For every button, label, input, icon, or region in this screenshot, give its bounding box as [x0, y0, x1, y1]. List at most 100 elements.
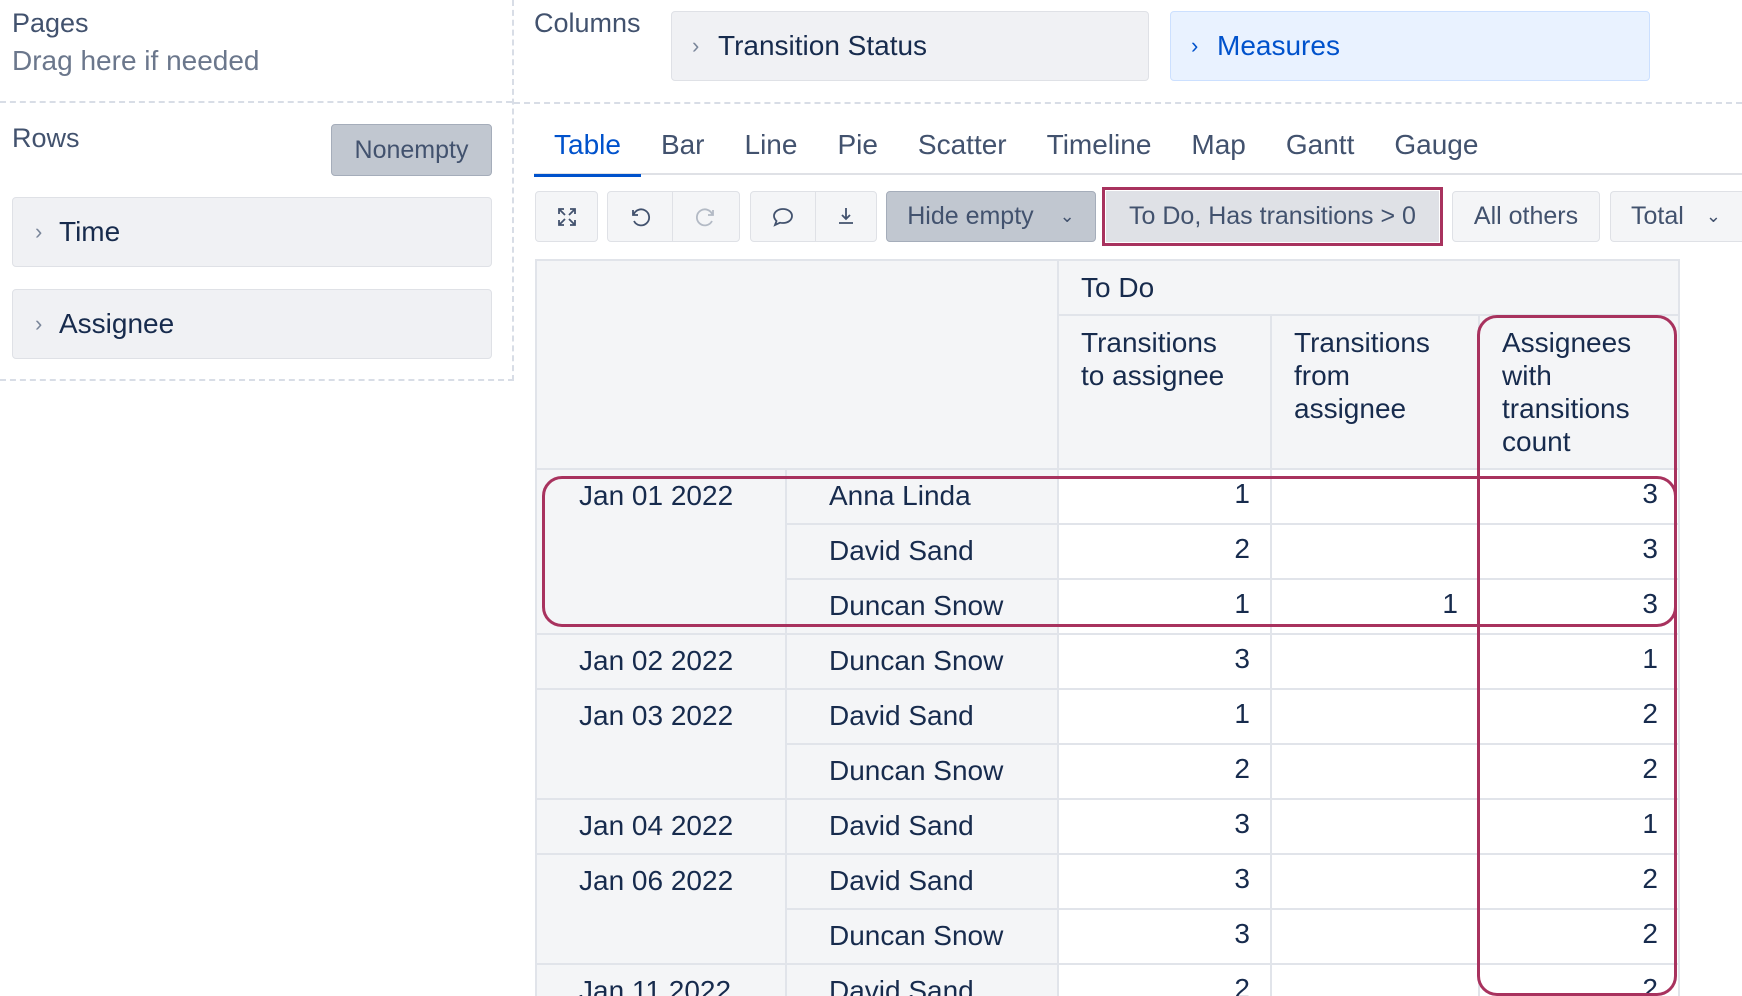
undo-icon — [632, 208, 651, 226]
tab-timeline[interactable]: Timeline — [1027, 125, 1172, 175]
cell-transitions-from[interactable] — [1270, 743, 1480, 800]
pages-title: Pages — [12, 8, 89, 38]
cell-assignees-count[interactable]: 3 — [1478, 578, 1680, 635]
tab-gantt[interactable]: Gantt — [1266, 125, 1374, 175]
cell-transitions-from[interactable]: 1 — [1270, 578, 1480, 635]
cell-transitions-to[interactable]: 3 — [1057, 908, 1272, 965]
row-dimension-time[interactable]: › Time — [12, 197, 492, 267]
columns-title: Columns — [534, 8, 641, 38]
row-header-date[interactable]: Jan 04 2022 — [535, 798, 787, 855]
tab-bar[interactable]: Bar — [641, 125, 725, 175]
hide-empty-label: Hide empty — [907, 202, 1034, 230]
column-dimension-transition-status[interactable]: › Transition Status — [671, 11, 1149, 81]
cell-transitions-to[interactable]: 2 — [1057, 743, 1272, 800]
hide-empty-dropdown[interactable]: Hide empty ⌄ — [886, 191, 1096, 242]
divider — [514, 102, 1742, 104]
cell-transitions-to[interactable]: 2 — [1057, 963, 1272, 996]
redo-button[interactable] — [672, 191, 740, 242]
dimension-label: Time — [59, 216, 121, 247]
chevron-right-icon[interactable]: › — [672, 33, 702, 59]
cell-assignees-count[interactable]: 2 — [1478, 688, 1680, 745]
measure-header[interactable]: Assignees with transitions count — [1478, 314, 1680, 470]
corner-cell — [535, 259, 1059, 470]
column-group-header[interactable]: To Do — [1057, 259, 1680, 316]
cell-assignees-count[interactable]: 2 — [1478, 743, 1680, 800]
redo-icon — [695, 208, 714, 226]
tab-scatter[interactable]: Scatter — [898, 125, 1027, 175]
pages-dropzone[interactable]: Pages Drag here if needed — [0, 0, 512, 103]
tab-line[interactable]: Line — [725, 125, 818, 175]
row-header-assignee[interactable]: David Sand — [785, 523, 1059, 580]
cell-transitions-from[interactable] — [1270, 633, 1480, 690]
row-dimension-assignee[interactable]: › Assignee — [12, 289, 492, 359]
cell-assignees-count[interactable]: 3 — [1478, 523, 1680, 580]
cell-transitions-to[interactable]: 3 — [1057, 798, 1272, 855]
comment-icon — [773, 207, 793, 227]
export-icon — [839, 207, 853, 224]
row-header-assignee[interactable]: David Sand — [785, 688, 1059, 745]
cell-transitions-from[interactable] — [1270, 468, 1480, 525]
cell-assignees-count[interactable]: 2 — [1478, 963, 1680, 996]
row-header-date[interactable]: Jan 02 2022 — [535, 633, 787, 690]
row-header-assignee[interactable]: David Sand — [785, 798, 1059, 855]
row-header-assignee[interactable]: Duncan Snow — [785, 908, 1059, 965]
row-header-assignee[interactable]: Duncan Snow — [785, 578, 1059, 635]
table-row: Jan 02 2022 Duncan Snow 3 1 — [535, 633, 1680, 690]
cell-transitions-from[interactable] — [1270, 798, 1480, 855]
row-header-assignee[interactable]: Duncan Snow — [785, 743, 1059, 800]
chevron-right-icon[interactable]: › — [1171, 33, 1201, 59]
cell-transitions-from[interactable] — [1270, 523, 1480, 580]
row-header-assignee[interactable]: David Sand — [785, 963, 1059, 996]
table-row: Jan 06 2022 David Sand 3 2 — [535, 853, 1680, 965]
measure-header[interactable]: Transitions from assignee — [1270, 314, 1480, 470]
cell-assignees-count[interactable]: 1 — [1478, 798, 1680, 855]
tab-gauge[interactable]: Gauge — [1374, 125, 1498, 175]
total-dropdown[interactable]: Total ⌄ — [1610, 191, 1742, 242]
cell-assignees-count[interactable]: 2 — [1478, 908, 1680, 965]
all-others-button[interactable]: All others — [1452, 191, 1600, 242]
cell-assignees-count[interactable]: 3 — [1478, 468, 1680, 525]
chevron-right-icon[interactable]: › — [13, 219, 43, 245]
tab-table[interactable]: Table — [534, 125, 641, 177]
pages-hint: Drag here if needed — [12, 45, 260, 76]
comment-button[interactable] — [750, 191, 816, 242]
dimension-label: Transition Status — [718, 30, 928, 61]
total-label: Total — [1631, 202, 1684, 230]
filter-button[interactable]: To Do, Has transitions > 0 — [1102, 187, 1443, 246]
cell-transitions-to[interactable]: 2 — [1057, 523, 1272, 580]
column-dimension-measures[interactable]: › Measures — [1170, 11, 1650, 81]
tab-pie[interactable]: Pie — [817, 125, 897, 175]
dimension-label: Assignee — [59, 308, 175, 339]
tab-map[interactable]: Map — [1171, 125, 1265, 175]
export-button[interactable] — [815, 191, 877, 242]
row-header-assignee[interactable]: Duncan Snow — [785, 633, 1059, 690]
nonempty-button[interactable]: Nonempty — [331, 124, 492, 176]
cell-transitions-to[interactable]: 3 — [1057, 633, 1272, 690]
row-header-date[interactable]: Jan 06 2022 — [535, 853, 787, 965]
cell-transitions-to[interactable]: 1 — [1057, 468, 1272, 525]
cell-assignees-count[interactable]: 2 — [1478, 853, 1680, 910]
cell-transitions-to[interactable]: 3 — [1057, 853, 1272, 910]
cell-transitions-from[interactable] — [1270, 688, 1480, 745]
row-header-date[interactable]: Jan 03 2022 — [535, 688, 787, 800]
fullscreen-icon — [557, 207, 576, 226]
undo-button[interactable] — [607, 191, 673, 242]
row-header-date[interactable]: Jan 11 2022 — [535, 963, 787, 996]
chevron-right-icon[interactable]: › — [13, 311, 43, 337]
row-header-assignee[interactable]: Anna Linda — [785, 468, 1059, 525]
fullscreen-button[interactable] — [535, 191, 598, 242]
chevron-down-icon: ⌄ — [1705, 206, 1721, 226]
table-row: Jan 04 2022 David Sand 3 1 — [535, 798, 1680, 855]
cell-transitions-from[interactable] — [1270, 853, 1480, 910]
cell-transitions-to[interactable]: 1 — [1057, 578, 1272, 635]
cell-transitions-to[interactable]: 1 — [1057, 688, 1272, 745]
measure-header[interactable]: Transitions to assignee — [1057, 314, 1272, 470]
left-panel: Pages Drag here if needed Rows Nonempty … — [0, 0, 514, 381]
cell-transitions-from[interactable] — [1270, 908, 1480, 965]
row-header-date[interactable]: Jan 01 2022 — [535, 468, 787, 635]
rows-title: Rows — [12, 123, 80, 153]
row-header-assignee[interactable]: David Sand — [785, 853, 1059, 910]
pivot-table: To Do Transitions to assignee Transition… — [535, 259, 1680, 996]
cell-transitions-from[interactable] — [1270, 963, 1480, 996]
cell-assignees-count[interactable]: 1 — [1478, 633, 1680, 690]
